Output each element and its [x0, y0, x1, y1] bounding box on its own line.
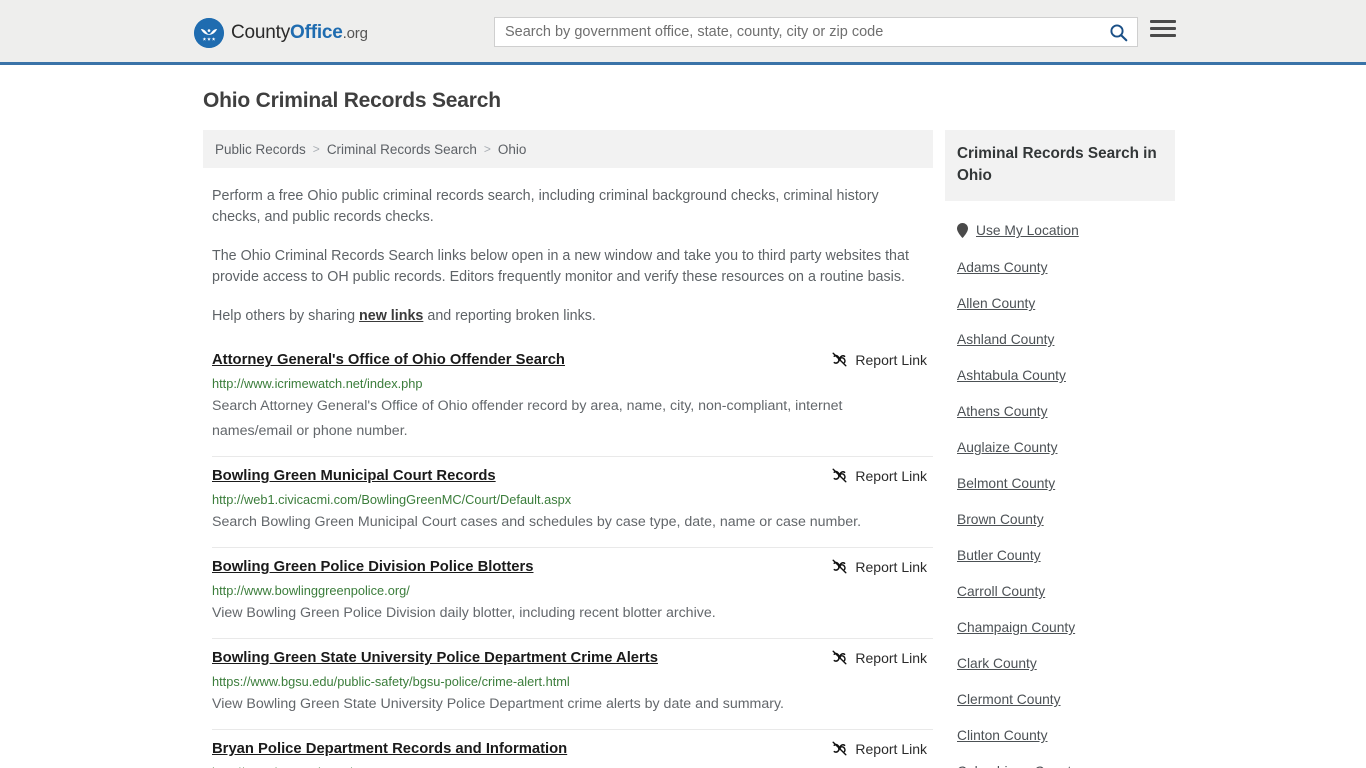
result-item: Bowling Green State University Police De… — [212, 639, 933, 730]
hamburger-menu-icon[interactable] — [1150, 20, 1176, 37]
result-url: http://www.icrimewatch.net/index.php — [212, 376, 423, 391]
intro-paragraph-1: Perform a free Ohio public criminal reco… — [212, 188, 879, 225]
result-description: View Bowling Green State University Poli… — [212, 696, 784, 712]
sidebar-county-link[interactable]: Champaign County — [957, 620, 1175, 635]
result-header: Bowling Green State University Police De… — [212, 648, 933, 668]
sidebar-county-link[interactable]: Athens County — [957, 404, 1175, 419]
sidebar-county-link[interactable]: Columbiana County — [957, 764, 1175, 768]
broken-link-icon — [831, 649, 848, 666]
broken-link-icon — [831, 740, 848, 757]
report-link-button[interactable]: Report Link — [831, 466, 927, 484]
results-list: Attorney General's Office of Ohio Offend… — [203, 345, 933, 768]
result-title-link[interactable]: Bryan Police Department Records and Info… — [212, 739, 567, 759]
site-logo[interactable]: CountyOffice.org — [194, 18, 368, 48]
result-item: Bowling Green Police Division Police Blo… — [212, 548, 933, 639]
search-icon — [1109, 23, 1128, 42]
report-link-label: Report Link — [855, 740, 927, 757]
report-link-label: Report Link — [855, 351, 927, 368]
sidebar-county-link[interactable]: Clermont County — [957, 692, 1175, 707]
report-link-label: Report Link — [855, 467, 927, 484]
hamburger-bar — [1150, 20, 1176, 23]
sidebar-county-link[interactable]: Ashtabula County — [957, 368, 1175, 383]
intro-paragraph-3: Help others by sharing new links and rep… — [212, 306, 924, 327]
result-description: Search Attorney General's Office of Ohio… — [212, 398, 843, 439]
map-pin-icon — [957, 223, 968, 238]
sidebar-county-link[interactable]: Allen County — [957, 296, 1175, 311]
use-my-location-button[interactable]: Use My Location — [957, 223, 1175, 238]
intro-section: Perform a free Ohio public criminal reco… — [203, 186, 933, 327]
report-link-button[interactable]: Report Link — [831, 557, 927, 575]
report-link-label: Report Link — [855, 558, 927, 575]
breadcrumb: Public Records > Criminal Records Search… — [203, 130, 933, 168]
search-bar[interactable] — [494, 17, 1138, 47]
result-header: Attorney General's Office of Ohio Offend… — [212, 350, 933, 370]
result-header: Bryan Police Department Records and Info… — [212, 739, 933, 759]
search-input[interactable] — [495, 18, 1099, 46]
intro-paragraph-2: The Ohio Criminal Records Search links b… — [212, 248, 909, 285]
sidebar-county-link[interactable]: Clinton County — [957, 728, 1175, 743]
breadcrumb-separator-icon: > — [483, 142, 491, 156]
result-description: Search Bowling Green Municipal Court cas… — [212, 514, 862, 530]
sidebar-title: Criminal Records Search in Ohio — [945, 130, 1175, 201]
sidebar-county-link[interactable]: Auglaize County — [957, 440, 1175, 455]
breadcrumb-item-ohio[interactable]: Ohio — [498, 142, 527, 157]
result-item: Bowling Green Municipal Court Records Re… — [212, 457, 933, 548]
broken-link-icon — [831, 467, 848, 484]
report-link-label: Report Link — [855, 649, 927, 666]
hamburger-bar — [1150, 34, 1176, 37]
logo-word-org: .org — [342, 25, 368, 42]
result-url: https://www.bgsu.edu/public-safety/bgsu-… — [212, 674, 570, 689]
sidebar-county-link[interactable]: Clark County — [957, 656, 1175, 671]
new-links-link[interactable]: new links — [359, 308, 423, 324]
content-layout: Public Records > Criminal Records Search… — [193, 130, 1175, 768]
page-title: Ohio Criminal Records Search — [203, 89, 501, 112]
hamburger-bar — [1150, 27, 1176, 30]
sidebar-county-link[interactable]: Ashland County — [957, 332, 1175, 347]
search-button[interactable] — [1099, 18, 1137, 46]
result-title-link[interactable]: Bowling Green Municipal Court Records — [212, 466, 496, 486]
result-header: Bowling Green Municipal Court Records Re… — [212, 466, 933, 486]
logo-word-office: Office — [290, 22, 343, 43]
result-item: Attorney General's Office of Ohio Offend… — [212, 345, 933, 457]
site-header: CountyOffice.org — [0, 0, 1366, 65]
breadcrumb-separator-icon: > — [312, 142, 320, 156]
result-description: View Bowling Green Police Division daily… — [212, 605, 716, 621]
main-column: Public Records > Criminal Records Search… — [203, 130, 933, 768]
page-body: Ohio Criminal Records Search Public Reco… — [0, 65, 1366, 768]
logo-word-county: County — [231, 22, 291, 43]
sidebar-county-link[interactable]: Brown County — [957, 512, 1175, 527]
broken-link-icon — [831, 351, 848, 368]
logo-wordmark: CountyOffice.org — [231, 22, 368, 44]
use-my-location-label: Use My Location — [976, 223, 1079, 238]
content-container: Ohio Criminal Records Search Public Reco… — [193, 65, 1175, 768]
result-header: Bowling Green Police Division Police Blo… — [212, 557, 933, 577]
report-link-button[interactable]: Report Link — [831, 648, 927, 666]
result-url: http://www.bowlinggreenpolice.org/ — [212, 583, 410, 598]
intro-p3-after: and reporting broken links. — [423, 308, 596, 324]
sidebar: Criminal Records Search in Ohio Use My L… — [945, 130, 1175, 768]
result-item: Bryan Police Department Records and Info… — [212, 730, 933, 768]
report-link-button[interactable]: Report Link — [831, 350, 927, 368]
eagle-shield-logo-icon — [194, 18, 224, 48]
sidebar-county-link[interactable]: Carroll County — [957, 584, 1175, 599]
result-title-link[interactable]: Bowling Green Police Division Police Blo… — [212, 557, 534, 577]
sidebar-county-link[interactable]: Adams County — [957, 260, 1175, 275]
breadcrumb-item-criminal-records-search[interactable]: Criminal Records Search — [327, 142, 477, 157]
sidebar-county-link[interactable]: Butler County — [957, 548, 1175, 563]
result-title-link[interactable]: Attorney General's Office of Ohio Offend… — [212, 350, 565, 370]
report-link-button[interactable]: Report Link — [831, 739, 927, 757]
broken-link-icon — [831, 558, 848, 575]
intro-p3-before: Help others by sharing — [212, 308, 360, 324]
result-url: http://web1.civicacmi.com/BowlingGreenMC… — [212, 492, 572, 507]
sidebar-links: Use My Location Adams County Allen Count… — [945, 223, 1175, 768]
result-title-link[interactable]: Bowling Green State University Police De… — [212, 648, 658, 668]
sidebar-county-link[interactable]: Belmont County — [957, 476, 1175, 491]
breadcrumb-item-public-records[interactable]: Public Records — [215, 142, 306, 157]
